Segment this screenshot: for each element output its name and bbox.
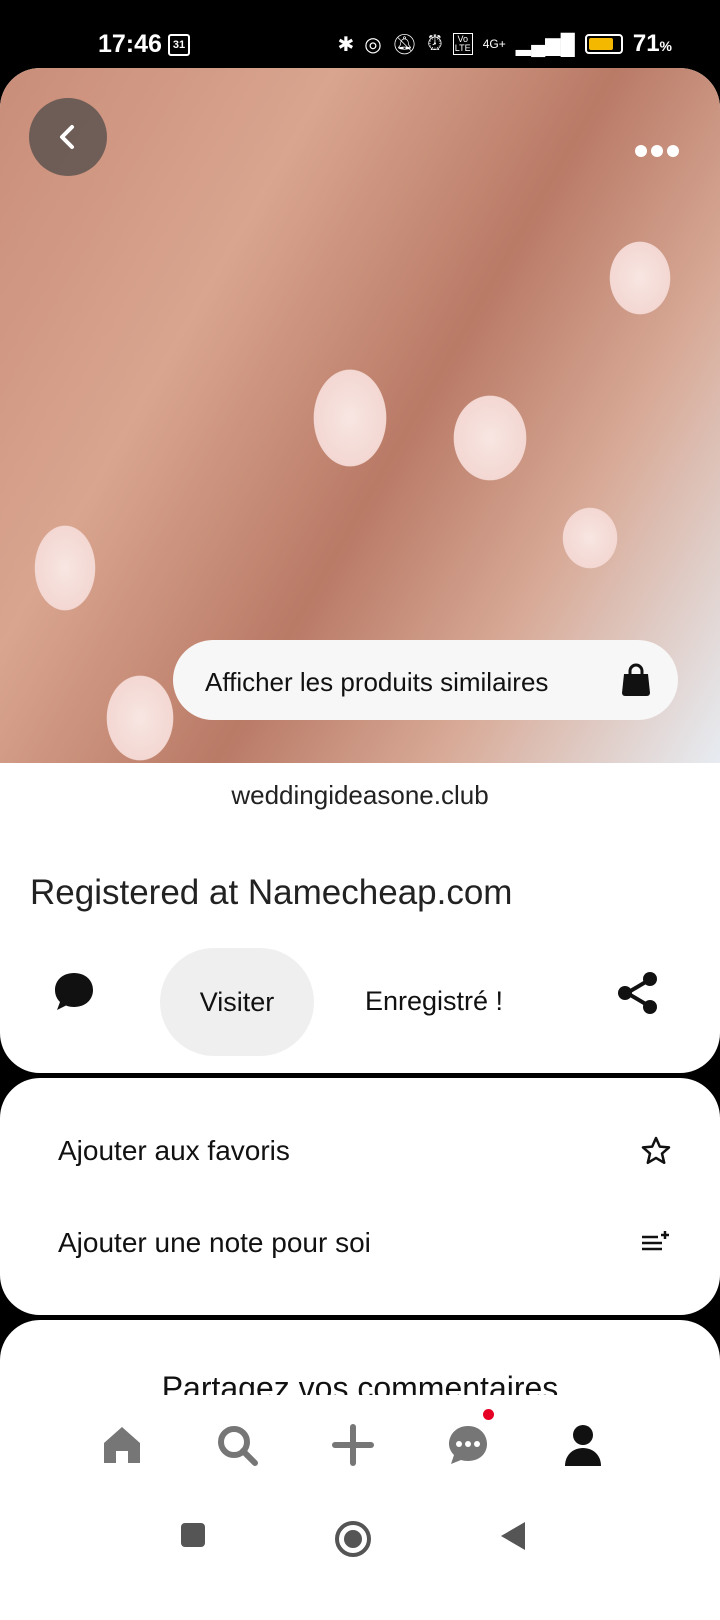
add-to-favorites-label: Ajouter aux favoris <box>58 1135 290 1166</box>
profile-icon <box>565 1425 601 1466</box>
messages-icon <box>449 1426 487 1464</box>
home-icon <box>104 1427 140 1463</box>
options-card: Ajouter aux favoris Ajouter une note pou… <box>0 1078 720 1315</box>
more-options-button[interactable] <box>634 128 680 167</box>
signal-icon: ▂▄▆█ <box>515 33 575 56</box>
share-button[interactable] <box>615 970 661 1021</box>
search-icon <box>218 1426 258 1466</box>
status-time: 17:46 <box>98 30 162 58</box>
back-system-button[interactable] <box>497 1520 527 1557</box>
shopping-bag-icon <box>622 663 650 696</box>
add-icon <box>332 1424 374 1466</box>
comment-icon <box>55 973 93 1010</box>
battery-percent: 71 <box>632 30 660 57</box>
bluetooth-icon: ✱ <box>337 33 355 56</box>
nav-profile[interactable] <box>553 1415 613 1475</box>
pin-title: Registered at Namecheap.com <box>30 873 513 912</box>
circle-icon <box>335 1521 371 1557</box>
system-nav-bar <box>0 1490 720 1600</box>
battery-unit: % <box>659 38 672 54</box>
more-icon <box>635 145 679 157</box>
similar-products-button[interactable]: Afficher les produits similaires <box>173 640 678 720</box>
nav-messages[interactable] <box>438 1409 498 1475</box>
add-note-label: Ajouter une note pour soi <box>58 1227 371 1258</box>
network-label: 4G+ <box>482 37 506 51</box>
volte-icon: Vo LTE <box>452 33 473 55</box>
pin-actions: Visiter Enregistré ! <box>0 948 720 1056</box>
comment-button[interactable] <box>52 970 96 1019</box>
calendar-icon: 31 <box>168 34 190 56</box>
alarm-icon: ⏰︎ <box>427 32 443 55</box>
nav-home[interactable] <box>92 1415 152 1475</box>
source-domain[interactable]: weddingideasone.club <box>0 780 720 811</box>
status-icons: ✱ ◎ 🔕︎ ⏰︎ Vo LTE 4G+ ▂▄▆█ 71% <box>338 30 673 58</box>
back-button[interactable] <box>29 98 107 176</box>
saved-button[interactable]: Enregistré ! <box>365 986 503 1017</box>
chevron-left-icon <box>60 125 74 149</box>
mute-icon: 🔕︎ <box>391 33 418 56</box>
star-icon <box>641 1136 671 1165</box>
note-add-icon <box>642 1231 669 1251</box>
battery-icon <box>584 34 623 54</box>
add-note-item[interactable]: Ajouter une note pour soi <box>58 1213 672 1273</box>
nav-create[interactable] <box>323 1415 383 1475</box>
nav-search[interactable] <box>207 1415 267 1475</box>
add-to-favorites-item[interactable]: Ajouter aux favoris <box>58 1121 672 1181</box>
vibrate-icon: ◎ <box>364 33 382 56</box>
similar-products-label: Afficher les produits similaires <box>205 667 549 697</box>
home-system-button[interactable] <box>334 1520 372 1563</box>
pin-card: Afficher les produits similaires wedding… <box>0 68 720 1073</box>
notification-dot <box>483 1409 494 1420</box>
square-icon <box>181 1523 205 1547</box>
recent-apps-button[interactable] <box>178 1520 208 1555</box>
status-bar: 17:46 31 ✱ ◎ 🔕︎ ⏰︎ Vo LTE 4G+ ▂▄▆█ 71% <box>0 0 720 72</box>
visit-button[interactable]: Visiter <box>160 948 314 1056</box>
share-icon <box>618 972 657 1014</box>
triangle-back-icon <box>501 1522 525 1550</box>
bottom-nav <box>0 1395 720 1490</box>
